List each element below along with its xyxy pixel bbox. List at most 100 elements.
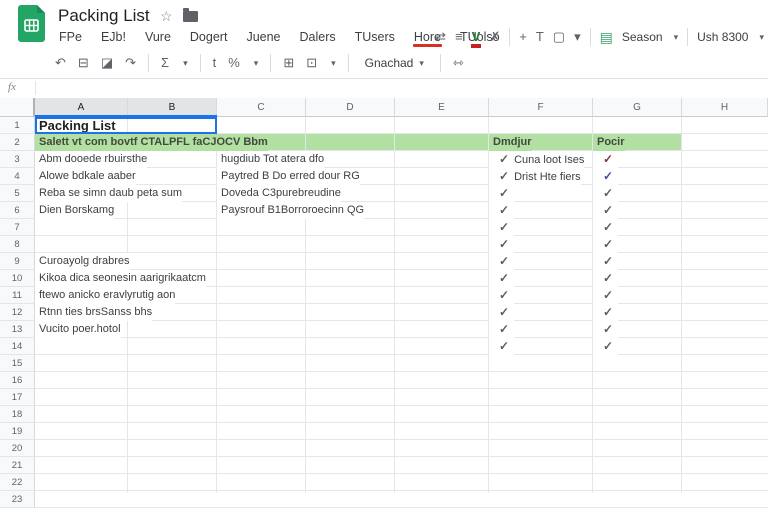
move-folder-icon[interactable] xyxy=(183,11,198,22)
checkmark-icon[interactable]: ✓ xyxy=(603,152,613,166)
row-header-5[interactable]: 5 xyxy=(0,185,35,202)
cell-G8[interactable]: ✓ xyxy=(593,236,618,253)
cut-icon[interactable]: ✗ xyxy=(489,30,500,44)
view-icon[interactable]: ▤ xyxy=(600,30,613,44)
font-select[interactable]: Gnachad▾ xyxy=(361,56,428,70)
checkmark-icon[interactable]: ✓ xyxy=(603,288,613,302)
text-color-icon[interactable]: V xyxy=(472,30,481,44)
cell-G3[interactable]: ✓ xyxy=(593,151,618,168)
cell-F14[interactable]: ✓ xyxy=(489,338,514,355)
row-header-6[interactable]: 6 xyxy=(0,202,35,219)
checkmark-icon[interactable]: ✓ xyxy=(603,237,613,251)
cell-G11[interactable]: ✓ xyxy=(593,287,618,304)
menu-item-dogert[interactable]: Dogert xyxy=(189,29,229,45)
menu-item-vure[interactable]: Vure xyxy=(144,29,172,45)
checkmark-icon[interactable]: ✓ xyxy=(499,271,509,285)
row-header-15[interactable]: 15 xyxy=(0,355,35,372)
percent-icon[interactable]: % xyxy=(228,55,240,71)
checkmark-icon[interactable]: ✓ xyxy=(499,203,509,217)
undo-icon[interactable]: ↶ xyxy=(55,55,66,71)
checkmark-icon[interactable]: ✓ xyxy=(499,237,509,251)
column-header-D[interactable]: D xyxy=(306,98,395,117)
row-header-4[interactable]: 4 xyxy=(0,168,35,185)
checkmark-icon[interactable]: ✓ xyxy=(499,186,509,200)
row-header-14[interactable]: 14 xyxy=(0,338,35,355)
row-header-19[interactable]: 19 xyxy=(0,423,35,440)
checkmark-icon[interactable]: ✓ xyxy=(603,169,613,183)
row-header-23[interactable]: 23 xyxy=(0,491,35,508)
cell-G6[interactable]: ✓ xyxy=(593,202,618,219)
cell-F10[interactable]: ✓ xyxy=(489,270,514,287)
season-menu[interactable]: Season xyxy=(622,30,663,44)
menu-item-tusers[interactable]: TUsers xyxy=(354,29,396,45)
cell-F8[interactable]: ✓ xyxy=(489,236,514,253)
menu-item-fpe[interactable]: FPe xyxy=(58,29,83,45)
row-header-16[interactable]: 16 xyxy=(0,372,35,389)
insert-icon[interactable]: + xyxy=(519,30,527,44)
cell-G10[interactable]: ✓ xyxy=(593,270,618,287)
document-title[interactable]: Packing List xyxy=(58,6,150,26)
borders-icon[interactable]: ▢ xyxy=(553,30,565,44)
cell-A2[interactable]: Salett vt com bovtf CTALPFL faCJOCV Bbm xyxy=(35,134,268,151)
cell-F4[interactable]: ✓Drist Hte fiers xyxy=(489,168,581,185)
format-icon[interactable]: T xyxy=(536,30,544,44)
select-all-corner[interactable] xyxy=(0,98,35,117)
row-header-10[interactable]: 10 xyxy=(0,270,35,287)
sort-icon[interactable]: ⇄ xyxy=(435,30,446,44)
cell-G2[interactable]: Pocir xyxy=(593,134,625,151)
cell-C4[interactable]: Paytred B Do erred dour RG xyxy=(217,168,360,185)
row-header-7[interactable]: 7 xyxy=(0,219,35,236)
cell-A9[interactable]: Curoayolg drabres xyxy=(35,253,130,270)
cell-G14[interactable]: ✓ xyxy=(593,338,618,355)
more-toolbar-icon[interactable]: ⇿ xyxy=(453,55,464,71)
paint-format-icon[interactable]: ◪ xyxy=(101,55,113,71)
cell-G7[interactable]: ✓ xyxy=(593,219,618,236)
cell-C6[interactable]: Paysrouf B1Borroroecinn QG xyxy=(217,202,364,219)
align-icon[interactable]: ≡ xyxy=(455,30,463,44)
cell-F7[interactable]: ✓ xyxy=(489,219,514,236)
row-header-2[interactable]: 2 xyxy=(0,134,35,151)
formula-bar[interactable]: fx xyxy=(0,79,768,99)
row-header-22[interactable]: 22 xyxy=(0,474,35,491)
row-header-21[interactable]: 21 xyxy=(0,457,35,474)
currency-icon[interactable]: t xyxy=(213,55,217,71)
row-header-11[interactable]: 11 xyxy=(0,287,35,304)
column-header-F[interactable]: F xyxy=(489,98,593,117)
merge-cells-icon[interactable]: ⊡ xyxy=(306,55,317,71)
cell-G4[interactable]: ✓ xyxy=(593,168,618,185)
checkmark-icon[interactable]: ✓ xyxy=(499,220,509,234)
cell-A11[interactable]: ftewo anicko eravlyrutig aon xyxy=(35,287,175,304)
dropdown-caret-icon[interactable]: ▾ xyxy=(574,30,581,44)
cell-F3[interactable]: ✓Cuna loot Ises xyxy=(489,151,584,168)
row-header-3[interactable]: 3 xyxy=(0,151,35,168)
column-header-G[interactable]: G xyxy=(593,98,682,117)
cell-G12[interactable]: ✓ xyxy=(593,304,618,321)
cell-A10[interactable]: Kikoa dica seonesin aarigrikaatcm xyxy=(35,270,206,287)
cell-G9[interactable]: ✓ xyxy=(593,253,618,270)
checkmark-icon[interactable]: ✓ xyxy=(499,322,509,336)
cell-G5[interactable]: ✓ xyxy=(593,185,618,202)
cell-F6[interactable]: ✓ xyxy=(489,202,514,219)
checkmark-icon[interactable]: ✓ xyxy=(499,339,509,353)
row-header-9[interactable]: 9 xyxy=(0,253,35,270)
checkmark-icon[interactable]: ✓ xyxy=(603,203,613,217)
cell-A13[interactable]: Vucito poer.hotol xyxy=(35,321,121,338)
row-header-1[interactable]: 1 xyxy=(0,117,35,134)
zoom-select[interactable]: Σ xyxy=(161,55,169,71)
row-header-17[interactable]: 17 xyxy=(0,389,35,406)
checkmark-icon[interactable]: ✓ xyxy=(499,288,509,302)
borders-grid-icon[interactable]: ⊞ xyxy=(283,55,294,71)
checkmark-icon[interactable]: ✓ xyxy=(603,271,613,285)
row-header-18[interactable]: 18 xyxy=(0,406,35,423)
column-header-E[interactable]: E xyxy=(395,98,489,117)
cell-A3[interactable]: Abm dooede rbuirsthe xyxy=(35,151,147,168)
column-header-C[interactable]: C xyxy=(217,98,306,117)
print-icon[interactable]: ⊟ xyxy=(78,55,89,71)
cell-F13[interactable]: ✓ xyxy=(489,321,514,338)
cell-F12[interactable]: ✓ xyxy=(489,304,514,321)
menu-item-juene[interactable]: Juene xyxy=(245,29,281,45)
checkmark-icon[interactable]: ✓ xyxy=(603,186,613,200)
cell-F9[interactable]: ✓ xyxy=(489,253,514,270)
row-header-20[interactable]: 20 xyxy=(0,440,35,457)
checkmark-icon[interactable]: ✓ xyxy=(499,254,509,268)
